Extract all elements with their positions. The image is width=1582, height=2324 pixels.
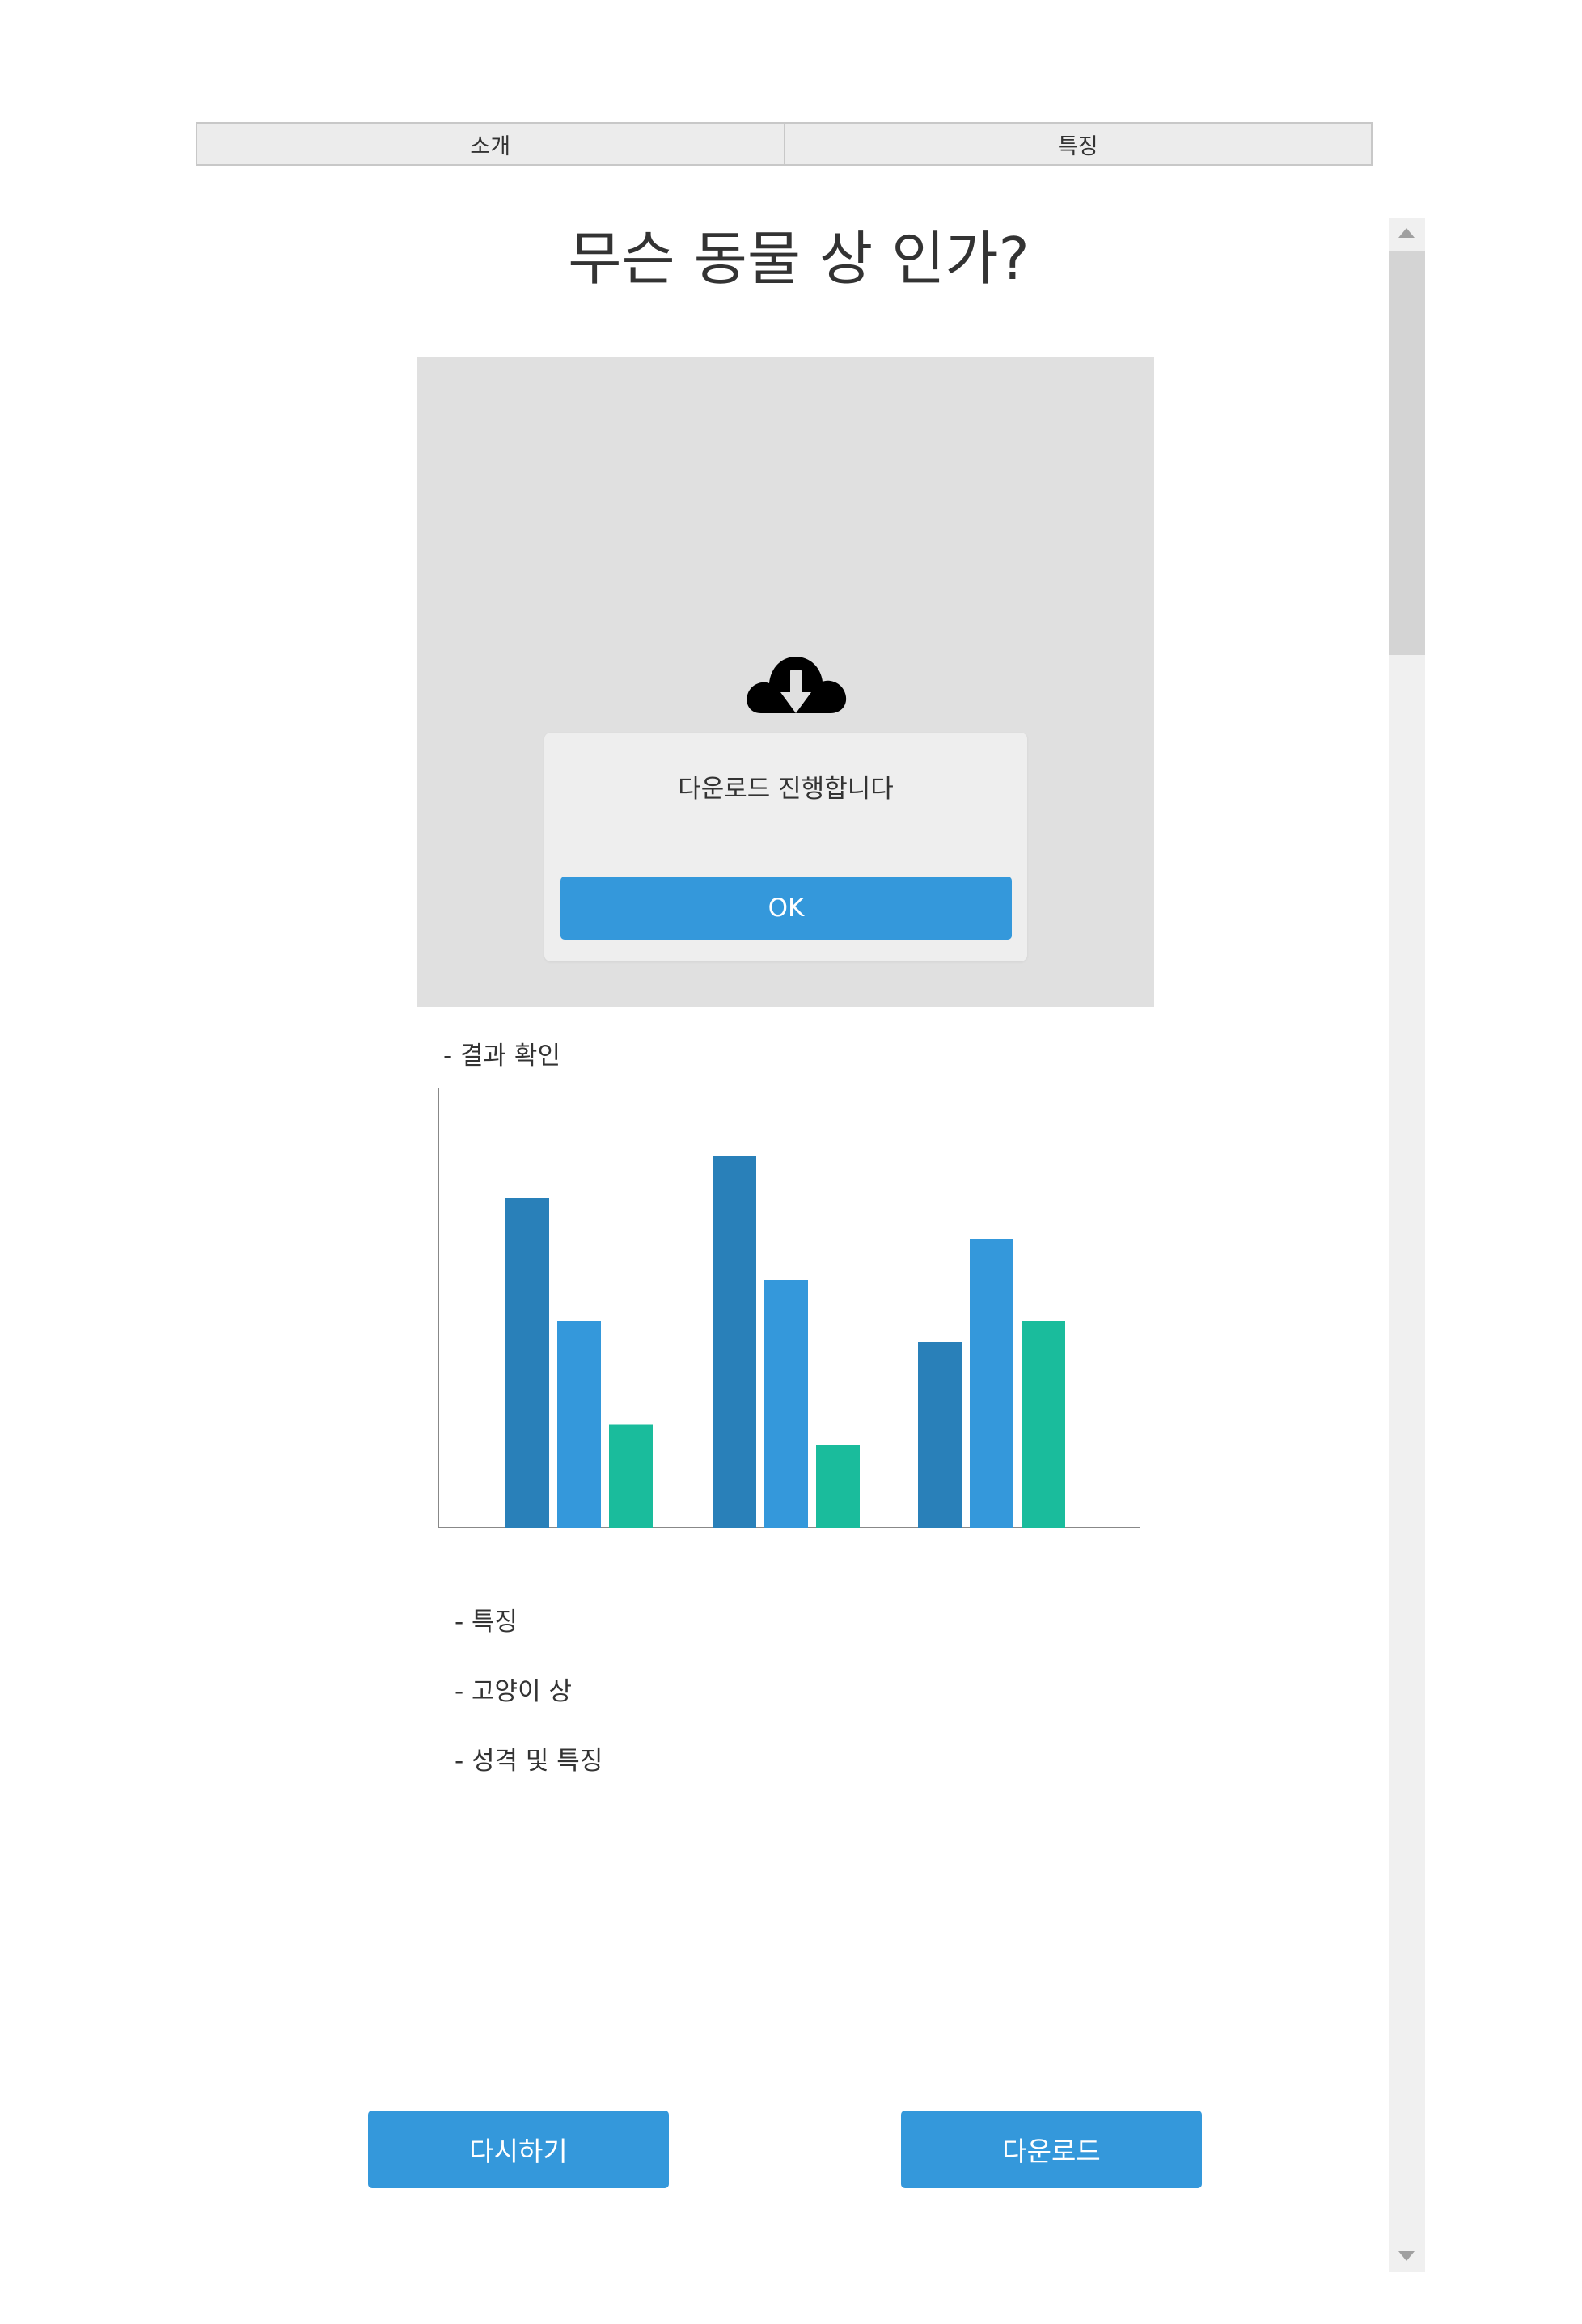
chart-bar — [918, 1342, 962, 1528]
tab-intro[interactable]: 소개 — [197, 124, 784, 164]
list-item: - 고양이 상 — [455, 1677, 572, 1706]
dialog-ok-button[interactable]: OK — [560, 877, 1012, 940]
scroll-up-arrow-icon[interactable] — [1398, 228, 1415, 238]
list-item: - 특징 — [455, 1608, 518, 1637]
tab-features[interactable]: 특징 — [783, 124, 1372, 164]
page-title: 무슨 동물 상 인가? — [568, 225, 1030, 293]
chart-bar — [505, 1198, 549, 1528]
scroll-down-arrow-icon[interactable] — [1398, 2251, 1415, 2261]
retry-button[interactable]: 다시하기 — [368, 2111, 669, 2188]
result-chart — [438, 1088, 1140, 1528]
list-item: - 성격 및 특징 — [455, 1747, 603, 1776]
download-dialog: 다운로드 진행합니다 OK — [544, 733, 1027, 961]
chart-bar — [557, 1321, 601, 1528]
dialog-message: 다운로드 진행합니다 — [678, 775, 894, 804]
vertical-scrollbar[interactable] — [1389, 218, 1425, 2272]
chart-bar — [764, 1280, 808, 1528]
chart-bar — [713, 1156, 756, 1528]
chart-bar — [970, 1239, 1013, 1528]
chart-bar — [816, 1445, 860, 1528]
cloud-download-icon — [747, 657, 847, 713]
chart-bar — [1022, 1321, 1065, 1528]
tab-bar: 소개 특징 — [196, 122, 1373, 166]
result-check-label: - 결과 확인 — [443, 1042, 560, 1071]
chart-bar — [609, 1424, 653, 1528]
feature-list: - 특징 - 고양이 상 - 성격 및 특징 — [455, 1601, 603, 1810]
download-button[interactable]: 다운로드 — [901, 2111, 1202, 2188]
scroll-thumb[interactable] — [1389, 251, 1425, 655]
